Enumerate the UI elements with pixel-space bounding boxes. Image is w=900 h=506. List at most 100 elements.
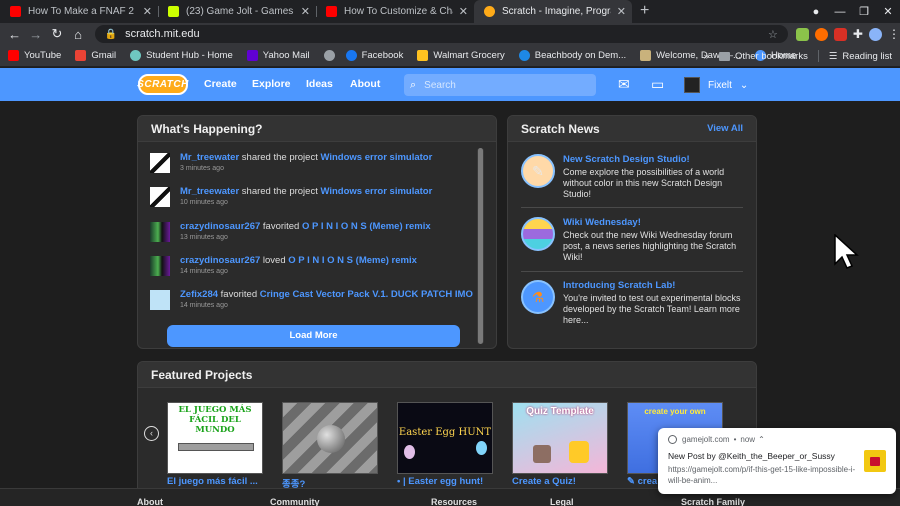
window-controls: ● — ❐ ✕ xyxy=(804,0,900,23)
footer-scratch-family[interactable]: Scratch Family xyxy=(681,497,745,506)
browser-tab[interactable]: How To Make a FNAF 2 Game o ✕ xyxy=(0,0,158,23)
project-thumbnail[interactable]: Easter Egg HUNT xyxy=(397,402,493,474)
news-title[interactable]: Introducing Scratch Lab! xyxy=(563,280,743,292)
activity-user-link[interactable]: crazydinosaur267 xyxy=(180,255,260,266)
activity-target-link[interactable]: Windows error simulator xyxy=(320,186,432,197)
project-name[interactable]: El juego más fácil ... xyxy=(167,476,263,487)
close-tab-icon[interactable]: ✕ xyxy=(459,5,468,18)
back-icon[interactable]: ← xyxy=(4,27,25,42)
more-bookmarks-chevron-icon[interactable]: » xyxy=(704,51,709,62)
bookmark-globe[interactable] xyxy=(323,50,340,61)
user-avatar[interactable] xyxy=(150,153,170,173)
activity-user-link[interactable]: crazydinosaur267 xyxy=(180,221,260,232)
view-all-link[interactable]: View All xyxy=(707,123,743,134)
close-tab-icon[interactable]: ✕ xyxy=(301,5,310,18)
activity-user-link[interactable]: Zefix284 xyxy=(180,289,218,300)
tab-title: (23) Game Jolt - Games for the l xyxy=(186,6,295,17)
chevron-up-icon[interactable]: ⌃ xyxy=(758,435,765,444)
bookmark-beachbody[interactable]: Beachbody on Dem... xyxy=(518,50,626,61)
bookmark-youtube[interactable]: YouTube xyxy=(8,50,61,61)
browser-tab-strip: How To Make a FNAF 2 Game o ✕ (23) Game … xyxy=(0,0,900,23)
forward-icon[interactable]: → xyxy=(25,27,46,42)
carousel-left-arrow-icon[interactable]: ‹ xyxy=(144,426,159,441)
user-avatar[interactable] xyxy=(150,290,170,311)
user-avatar[interactable] xyxy=(150,255,170,276)
activity-target-link[interactable]: O P I N I O N S (Meme) remix xyxy=(288,255,417,266)
footer-resources[interactable]: Resources xyxy=(431,497,477,506)
my-stuff-folder-icon[interactable]: ▭ xyxy=(651,76,664,93)
footer-legal[interactable]: Legal xyxy=(550,497,574,506)
username: Fixelt xyxy=(708,79,732,91)
browser-tab[interactable]: How To Customize & Change Yo ✕ xyxy=(316,0,474,23)
news-item[interactable]: Wiki Wednesday! Check out the new Wiki W… xyxy=(521,217,743,263)
footer-community[interactable]: Community xyxy=(270,497,320,506)
project-name[interactable]: Create a Quiz! xyxy=(512,476,608,487)
account-menu[interactable]: Fixelt ⌄ xyxy=(684,74,748,96)
close-window-icon[interactable]: ✕ xyxy=(876,5,900,18)
activity-target-link[interactable]: Cringe Cast Vector Pack V.1. DUCK PATCH … xyxy=(260,289,473,300)
reading-list-icon: ☰ xyxy=(828,50,838,62)
project-thumbnail[interactable]: EL JUEGO MÁS FÁCIL DEL MUNDO xyxy=(167,402,263,474)
bookmark-walmart[interactable]: Walmart Grocery xyxy=(417,50,505,61)
reading-list[interactable]: ☰ Reading list xyxy=(829,51,892,62)
extension-icon[interactable] xyxy=(795,27,809,41)
new-tab-button[interactable]: + xyxy=(632,0,657,23)
project-name[interactable]: • | Easter egg hunt! xyxy=(397,476,493,487)
scrollbar-thumb[interactable] xyxy=(478,148,483,344)
bookmark-gmail[interactable]: Gmail xyxy=(75,50,116,61)
restore-icon[interactable]: ❐ xyxy=(852,5,876,18)
profile-icon[interactable]: ● xyxy=(804,6,828,18)
other-bookmarks[interactable]: Other bookmarks xyxy=(718,51,808,62)
activity-user-link[interactable]: Mr_treewater xyxy=(180,152,239,163)
project-thumbnail[interactable]: Quiz Template xyxy=(512,402,608,474)
project-card[interactable]: Quiz Template Create a Quiz! xyxy=(512,402,608,487)
search-input[interactable]: ⌕ Search xyxy=(404,74,596,96)
scratch-news-header: Scratch News View All xyxy=(508,116,756,142)
activity-target-link[interactable]: O P I N I O N S (Meme) remix xyxy=(302,221,431,232)
minimize-icon[interactable]: — xyxy=(828,6,852,18)
user-avatar[interactable] xyxy=(150,187,170,208)
bookmark-student-hub[interactable]: Student Hub - Home xyxy=(130,50,233,61)
nav-explore[interactable]: Explore xyxy=(252,68,291,101)
reload-icon[interactable]: ↻ xyxy=(46,26,67,42)
activity-user-link[interactable]: Mr_treewater xyxy=(180,186,239,197)
browser-tab-active[interactable]: Scratch - Imagine, Program, Sha ✕ xyxy=(474,0,632,23)
close-tab-icon[interactable]: ✕ xyxy=(143,5,152,18)
extension-icon[interactable] xyxy=(833,27,847,41)
address-bar[interactable]: 🔒 scratch.mit.edu ☆ xyxy=(94,25,788,43)
messages-icon[interactable]: ✉ xyxy=(618,76,630,93)
close-tab-icon[interactable]: ✕ xyxy=(617,5,626,18)
menu-icon[interactable]: ⋮ xyxy=(888,27,900,41)
extensions-bar: ✚ ⋮ xyxy=(795,27,900,41)
puzzle-icon[interactable]: ✚ xyxy=(853,27,863,41)
nav-create[interactable]: Create xyxy=(204,68,237,101)
user-avatar[interactable] xyxy=(150,221,170,242)
lock-icon[interactable]: 🔒 xyxy=(105,29,117,40)
news-item[interactable]: ⚗ Introducing Scratch Lab! You're invite… xyxy=(521,280,743,326)
activity-scrollbar[interactable] xyxy=(477,148,484,344)
project-card[interactable]: EL JUEGO MÁS FÁCIL DEL MUNDO El juego má… xyxy=(167,402,263,487)
project-thumbnail[interactable] xyxy=(282,402,378,474)
news-title[interactable]: Wiki Wednesday! xyxy=(563,217,743,229)
extension-icon[interactable] xyxy=(814,27,828,41)
scratch-favicon-icon xyxy=(484,6,495,17)
project-card[interactable]: 종종? xyxy=(282,402,378,490)
home-icon[interactable]: ⌂ xyxy=(67,27,88,42)
news-title[interactable]: New Scratch Design Studio! xyxy=(563,154,743,166)
bookmark-facebook[interactable]: Facebook xyxy=(345,50,403,61)
news-item[interactable]: ✎ New Scratch Design Studio! Come explor… xyxy=(521,154,743,200)
bookmark-yahoo-mail[interactable]: Yahoo Mail xyxy=(246,50,310,61)
gmail-icon xyxy=(75,50,87,61)
nav-ideas[interactable]: Ideas xyxy=(306,68,333,101)
notification-toast[interactable]: gamejolt.com • now ⌃ New Post by @Keith_… xyxy=(658,428,896,494)
nav-about[interactable]: About xyxy=(350,68,380,101)
avatar[interactable] xyxy=(868,27,882,41)
scratch-logo[interactable]: SCRATCH xyxy=(137,74,188,95)
load-more-button[interactable]: Load More xyxy=(167,325,460,347)
browser-tab[interactable]: (23) Game Jolt - Games for the l ✕ xyxy=(158,0,316,23)
activity-time: 14 minutes ago xyxy=(180,302,228,310)
project-card[interactable]: Easter Egg HUNT • | Easter egg hunt! xyxy=(397,402,493,487)
bookmark-star-icon[interactable]: ☆ xyxy=(768,28,778,41)
activity-target-link[interactable]: Windows error simulator xyxy=(320,152,432,163)
footer-about[interactable]: About xyxy=(137,497,163,506)
